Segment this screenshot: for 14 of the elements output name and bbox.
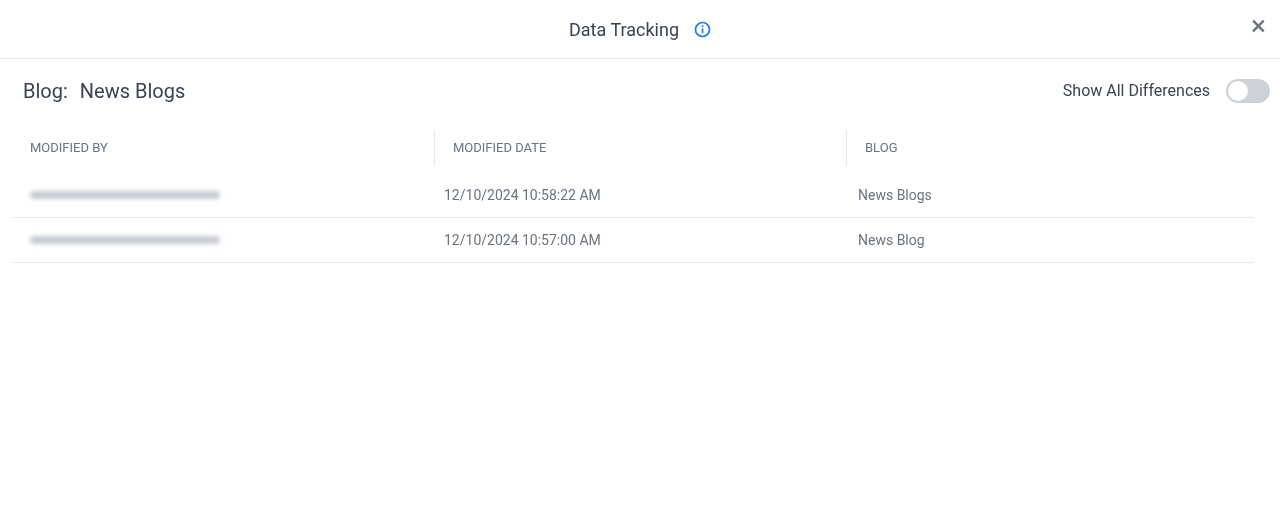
column-header: MODIFIED BY [30,139,108,158]
table-cell-text: 12/10/2024 10:57:00 AM [443,230,602,250]
dialog-title: Data Tracking [569,17,679,42]
show-differences-switch[interactable] [1226,79,1270,103]
blog-label: Blog: [23,78,68,105]
table-cell-text: News Blogs [857,185,933,205]
column-header: MODIFIED DATE [453,139,547,158]
toggle-label: Show All Differences [1062,80,1210,102]
table-cell-text: 12/10/2024 10:58:22 AM [443,185,602,205]
table-cell-text: News Blog [857,230,926,250]
info-icon[interactable] [694,20,711,38]
column-header: BLOG [865,139,898,158]
close-button[interactable]: × [1247,12,1270,40]
blog-name: News Blogs [79,78,186,105]
